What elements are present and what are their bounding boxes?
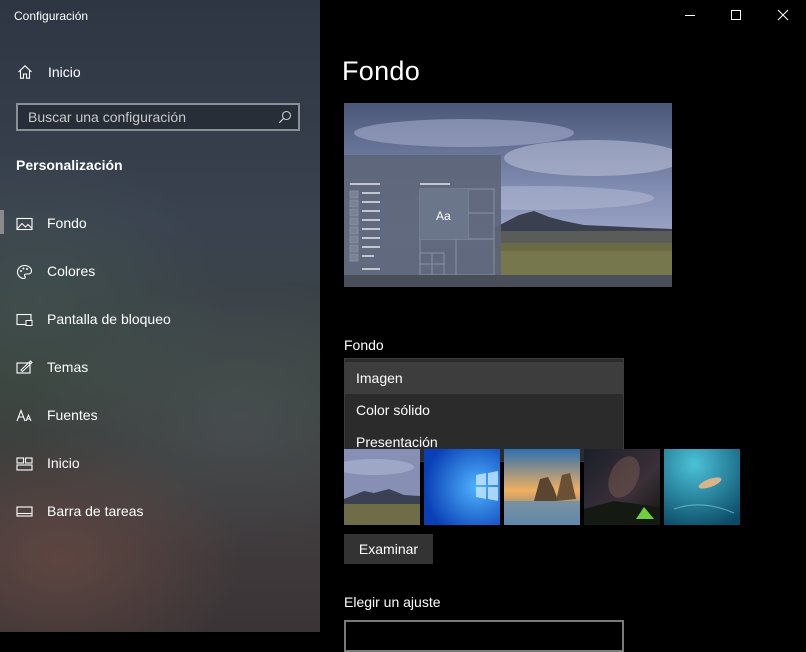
sidebar-item-label: Barra de tareas [47,503,144,519]
sidebar: Configuración Inicio Personalización Fon… [0,0,320,632]
taskbar-icon [16,506,33,517]
sidebar-item-barra-de-tareas[interactable]: Barra de tareas [0,494,320,530]
sidebar-item-label: Fondo [47,215,87,231]
sidebar-item-label: Temas [47,359,89,375]
wallpaper-thumbnail[interactable] [504,449,580,525]
themes-icon [16,360,33,374]
wallpaper-thumbnail[interactable] [424,449,500,525]
fonts-icon [16,408,32,422]
background-type-dropdown[interactable]: Imagen Color sólido Presentación [344,358,624,462]
dropdown-option-imagen[interactable]: Imagen [345,362,623,394]
sidebar-item-label: Inicio [47,455,80,471]
dropdown-option-label: Presentación [356,434,438,450]
background-type-label: Fondo [344,337,384,353]
sidebar-item-fuentes[interactable]: Fuentes [0,398,320,434]
dropdown-option-label: Color sólido [356,402,430,418]
search-icon[interactable] [278,110,292,124]
sidebar-item-label: Pantalla de bloqueo [47,311,171,327]
minimize-icon [685,15,695,16]
preview-image: Aa [344,103,672,287]
thumbnail-windows-logo [424,449,500,525]
wallpaper-thumbnail[interactable] [344,449,420,525]
maximize-icon [731,10,741,20]
home-icon [18,65,32,79]
close-icon [777,9,789,21]
sidebar-item-label: Fuentes [47,407,98,423]
close-button[interactable] [760,0,806,30]
maximize-button[interactable] [713,0,759,30]
section-title: Personalización [16,157,123,173]
background-preview: Aa [344,103,672,287]
dropdown-option-label: Imagen [356,370,403,386]
sidebar-item-pantalla-de-bloqueo[interactable]: Pantalla de bloqueo [0,302,320,338]
sidebar-item-inicio[interactable]: Inicio [0,446,320,482]
fit-label: Elegir un ajuste [344,594,441,610]
lock-screen-icon [16,313,33,326]
wallpaper-thumbnail[interactable] [664,449,740,525]
dropdown-option-color-solido[interactable]: Color sólido [345,394,623,426]
wallpaper-thumbnail[interactable] [584,449,660,525]
fit-dropdown[interactable] [344,620,624,652]
search-input[interactable] [18,105,288,129]
thumbnail-beach-rocks [504,449,580,525]
page-title: Fondo [342,56,421,86]
sidebar-item-colores[interactable]: Colores [0,254,320,290]
nav-home-label: Inicio [48,64,81,80]
search-box[interactable] [16,103,300,131]
picture-icon [16,217,33,231]
thumbnail-underwater-swimmer [664,449,740,525]
sidebar-item-temas[interactable]: Temas [0,350,320,386]
nav-home[interactable]: Inicio [0,56,320,88]
sidebar-item-label: Colores [47,263,96,279]
minimize-button[interactable] [667,0,713,30]
start-icon [16,457,33,471]
app-title: Configuración [14,9,89,23]
preview-tile-text: Aa [436,209,451,223]
thumbnail-night-sky-tent [584,449,660,525]
palette-icon [16,264,33,280]
sidebar-item-fondo[interactable]: Fondo [0,206,320,242]
browse-button[interactable]: Examinar [344,534,433,564]
thumbnail-landscape [344,449,420,525]
